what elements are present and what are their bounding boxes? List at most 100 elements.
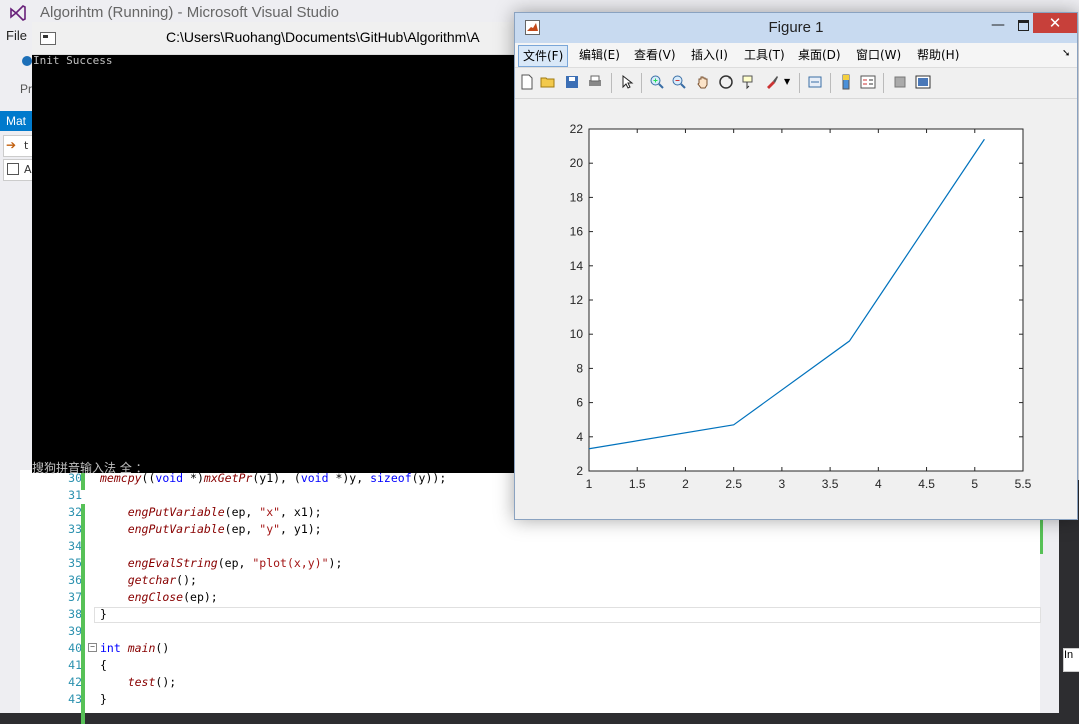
menu-tools[interactable]: 工具(T) [740, 45, 789, 65]
minimize-button[interactable]: — [985, 16, 1011, 36]
pan-hand-icon[interactable] [695, 74, 711, 90]
vs-menu-file[interactable]: File [6, 28, 27, 43]
x-tick-label: 5.5 [1015, 477, 1032, 491]
vs-navigation-dropdown[interactable]: ➔ t [3, 135, 35, 157]
figure-menubar: 文件(F) 编辑(E) 查看(V) 插入(I) 工具(T) 桌面(D) 窗口(W… [515, 43, 1077, 68]
visual-studio-logo-icon [10, 5, 26, 21]
menu-desktop[interactable]: 桌面(D) [794, 45, 845, 65]
vs-toolbar [0, 48, 36, 74]
line-number: 37 [68, 590, 82, 604]
vs-nav2-text: A [24, 163, 32, 176]
brush-icon[interactable] [764, 74, 780, 90]
menu-view[interactable]: 查看(V) [630, 45, 680, 65]
matlab-figure-window[interactable]: Figure 1 — ✕ 文件(F) 编辑(E) 查看(V) 插入(I) 工具(… [514, 12, 1078, 520]
code-line[interactable]: engPutVariable(ep, "y", y1); [100, 522, 322, 536]
y-tick-label: 18 [570, 190, 584, 204]
menu-insert[interactable]: 插入(I) [687, 45, 732, 65]
menu-window[interactable]: 窗口(W) [852, 45, 905, 65]
figure-canvas[interactable]: 1 1.5 2 2.5 3 3.5 4 4.5 5 5.5 2 4 6 8 10 12 14 16 18 20 22 [515, 99, 1077, 519]
rotate-3d-icon[interactable] [718, 74, 734, 90]
class-icon [7, 163, 19, 175]
x-tick-label: 3.5 [822, 477, 839, 491]
line-number: 34 [68, 539, 82, 553]
code-line[interactable]: } [100, 607, 107, 621]
menu-overflow-icon[interactable]: ➘ [1062, 48, 1070, 59]
console-window[interactable]: C:\Users\Ruohang\Documents\GitHub\Algori… [32, 22, 556, 475]
open-folder-icon[interactable] [540, 74, 556, 90]
y-tick-label: 16 [570, 225, 584, 239]
line-number: 33 [68, 522, 82, 536]
code-line[interactable]: } [100, 692, 107, 706]
x-tick-label: 4.5 [918, 477, 935, 491]
select-arrow-icon[interactable] [619, 74, 635, 90]
y-tick-label: 6 [576, 396, 583, 410]
data-cursor-icon[interactable] [741, 74, 757, 90]
y-tick-label: 4 [576, 430, 583, 444]
line-number: 42 [68, 675, 82, 689]
console-output[interactable]: Init Success 搜狗拼音输入法 全 ： [32, 54, 556, 475]
arrow-right-icon: ➔ [6, 138, 17, 152]
figure-titlebar[interactable]: Figure 1 — ✕ [515, 13, 1077, 43]
line-number: 32 [68, 505, 82, 519]
line-number: 38 [68, 607, 82, 621]
menu-edit[interactable]: 编辑(E) [575, 45, 624, 65]
hide-tools-icon[interactable] [892, 74, 908, 90]
x-tick-label: 1.5 [629, 477, 646, 491]
new-file-icon[interactable] [519, 74, 535, 90]
code-line[interactable]: int main() [100, 641, 169, 655]
maximize-button[interactable] [1011, 16, 1035, 36]
toolbar-separator [883, 73, 884, 93]
ime-status-bar: 搜狗拼音输入法 全 ： [32, 461, 148, 475]
code-line[interactable]: getchar(); [100, 573, 197, 587]
line-plot[interactable]: 1 1.5 2 2.5 3 3.5 4 4.5 5 5.5 2 4 6 8 10 12 14 16 18 20 22 [515, 99, 1077, 519]
y-tick-label: 2 [576, 464, 583, 478]
y-tick-label: 12 [570, 293, 584, 307]
line-number: 35 [68, 556, 82, 570]
x-tick-label: 2 [682, 477, 689, 491]
back-nav-icon[interactable] [22, 56, 32, 66]
code-line[interactable]: engClose(ep); [100, 590, 218, 604]
line-number: 39 [68, 624, 82, 638]
vs-window-title: Algorihtm (Running) - Microsoft Visual S… [40, 4, 340, 21]
y-tick-label: 14 [570, 259, 584, 273]
zoom-in-icon[interactable] [649, 74, 665, 90]
console-output-text: Init Success [33, 54, 113, 67]
code-line[interactable]: { [100, 658, 107, 672]
toolbar-separator [611, 73, 612, 93]
colorbar-icon[interactable] [838, 74, 854, 90]
legend-icon[interactable] [860, 74, 876, 90]
save-icon[interactable] [564, 74, 580, 90]
vs-member-dropdown[interactable]: A [3, 159, 35, 181]
vs-toolbar-partial-label: Pr [20, 82, 32, 96]
collapse-toggle-icon[interactable]: − [88, 643, 97, 652]
zoom-out-icon[interactable] [671, 74, 687, 90]
print-icon[interactable] [587, 74, 603, 90]
vs-nav1-text: t [24, 139, 29, 152]
menu-help[interactable]: 帮助(H) [913, 45, 963, 65]
line-number: 43 [68, 692, 82, 706]
code-line[interactable]: engPutVariable(ep, "x", x1); [100, 505, 322, 519]
x-tick-label: 4 [875, 477, 882, 491]
console-titlebar[interactable]: C:\Users\Ruohang\Documents\GitHub\Algori… [32, 22, 556, 55]
menu-file[interactable]: 文件(F) [518, 45, 569, 67]
x-tick-label: 5 [971, 477, 978, 491]
brush-dropdown-icon[interactable]: ▼ [784, 77, 790, 86]
toolbar-separator [641, 73, 642, 93]
toolbar-separator [830, 73, 831, 93]
line-number: 36 [68, 573, 82, 587]
show-tools-icon[interactable] [915, 74, 931, 90]
code-line[interactable]: engEvalString(ep, "plot(x,y)"); [100, 556, 343, 570]
vs-right-dock-tab[interactable]: In [1063, 648, 1079, 672]
y-tick-label: 20 [570, 156, 584, 170]
link-icon[interactable] [807, 74, 823, 90]
y-tick-label: 8 [576, 361, 583, 375]
x-tick-label: 3 [779, 477, 786, 491]
close-button[interactable]: ✕ [1033, 13, 1077, 33]
console-app-icon [40, 32, 56, 45]
y-tick-label: 22 [570, 122, 584, 136]
current-line-highlight [94, 607, 1041, 623]
code-line[interactable]: test(); [100, 675, 176, 689]
code-line[interactable]: memcpy((void *)mxGetPr(y1), (void *)y, s… [100, 471, 446, 485]
y-tick-label: 10 [570, 327, 584, 341]
x-tick-label: 1 [586, 477, 593, 491]
